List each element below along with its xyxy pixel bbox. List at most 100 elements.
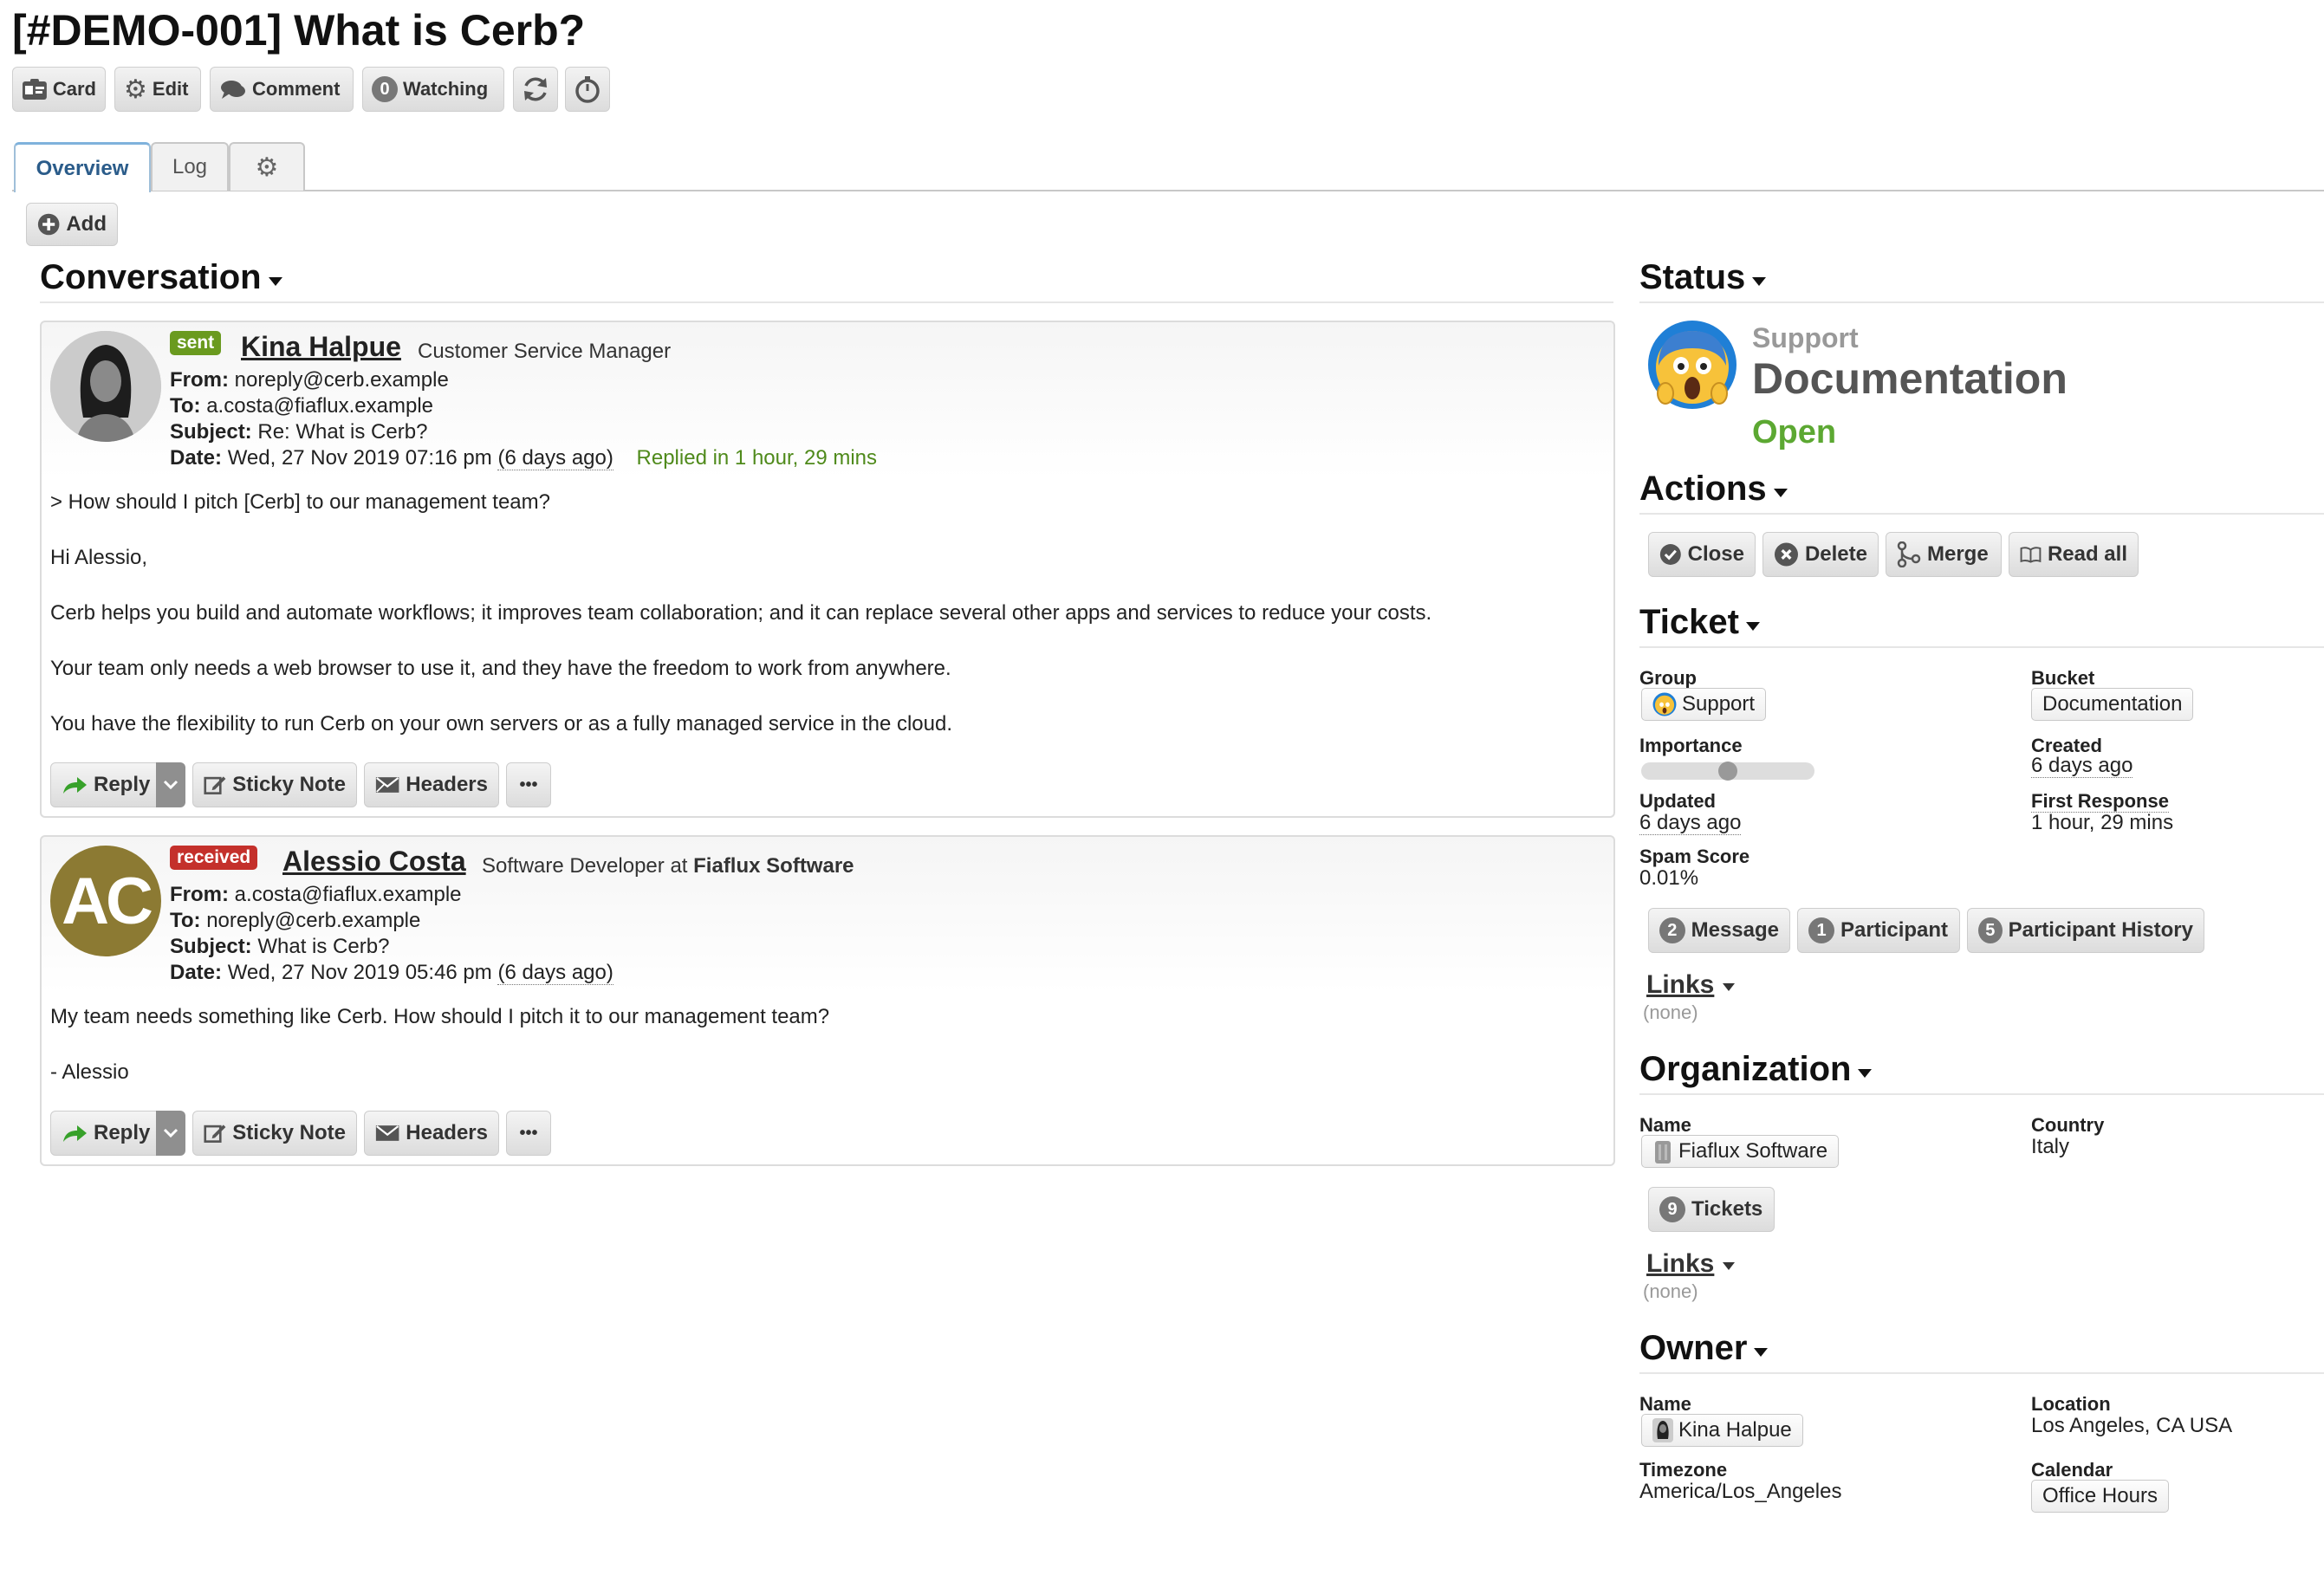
message-body-line: > How should I pitch [Cerb] to our manag… (50, 490, 550, 514)
subject-label: Subject: (170, 420, 252, 444)
country-value: Italy (2031, 1135, 2070, 1158)
more-button[interactable]: ••• (506, 1111, 551, 1156)
avatar[interactable]: AC (50, 846, 161, 956)
avatar[interactable] (50, 331, 161, 442)
tab-settings[interactable]: ⚙ (229, 142, 305, 191)
history-label: Participant History (2008, 918, 2193, 942)
tab-log[interactable]: Log (151, 142, 229, 191)
org-chip[interactable]: Fiaflux Software (1641, 1135, 1840, 1168)
add-label: Add (66, 212, 107, 236)
sender-role: Customer Service Manager (418, 340, 672, 363)
chevron-down-icon (1752, 276, 1767, 286)
comment-label: Comment (252, 78, 341, 100)
status-group[interactable]: Support (1752, 322, 1859, 354)
owner-name-value: Kina Halpue (1678, 1418, 1792, 1442)
merge-button[interactable]: Merge (1886, 532, 2002, 577)
add-button[interactable]: Add (26, 203, 118, 246)
messages-button[interactable]: 2 Message (1648, 908, 1790, 953)
timer-button[interactable] (565, 67, 610, 112)
message-subject: Subject: What is Cerb? (170, 934, 389, 960)
tab-overview[interactable]: Overview (14, 142, 151, 192)
chevron-down-icon (1773, 488, 1788, 497)
messages-label: Message (1691, 918, 1779, 942)
sender-role: Software Developer at Fiaflux Software (482, 854, 854, 878)
message-body-line: Cerb helps you build and automate workfl… (50, 601, 1432, 625)
links-none: (none) (1643, 1001, 1698, 1023)
comment-button[interactable]: Comment (210, 67, 354, 112)
organization-heading[interactable]: Organization (1639, 1050, 1873, 1089)
scream-emoji-icon (1648, 321, 1737, 409)
org-name-value: Fiaflux Software (1678, 1139, 1828, 1163)
status-bucket[interactable]: Documentation (1752, 353, 2068, 404)
headers-button[interactable]: Headers (364, 1111, 499, 1156)
page-title: [#DEMO-001] What is Cerb? (12, 6, 586, 55)
participants-button[interactable]: 1 Participant (1797, 908, 1960, 953)
sticky-note-label: Sticky Note (232, 1121, 346, 1144)
headers-button[interactable]: Headers (364, 762, 499, 807)
watching-count: 0 (372, 76, 398, 102)
to-label: To: (170, 909, 201, 932)
bucket-label: Bucket (2031, 667, 2095, 689)
status-heading-label: Status (1639, 258, 1746, 296)
reply-label: Reply (94, 1121, 151, 1144)
subject-value: What is Cerb? (257, 935, 390, 958)
owner-chip[interactable]: Kina Halpue (1641, 1414, 1803, 1447)
owner-heading[interactable]: Owner (1639, 1329, 1769, 1368)
close-button[interactable]: Close (1648, 532, 1756, 577)
reply-dropdown-button[interactable] (156, 762, 185, 807)
more-icon: ••• (519, 1123, 538, 1143)
refresh-button[interactable] (513, 67, 558, 112)
date-label: Date: (170, 961, 223, 984)
sender-name[interactable]: Kina Halpue (241, 331, 401, 363)
delete-button[interactable]: Delete (1762, 532, 1879, 577)
conversation-heading[interactable]: Conversation (40, 258, 282, 297)
ticket-heading[interactable]: Ticket (1639, 603, 1760, 642)
divider (1639, 301, 2324, 303)
first-response-label: First Response (2031, 790, 2169, 813)
tab-log-label: Log (172, 155, 208, 178)
avatar-silhouette-icon (50, 331, 161, 442)
watching-button[interactable]: 0 Watching (362, 67, 504, 112)
chevron-down-icon (268, 276, 282, 286)
edit-button[interactable]: ⚙ Edit (114, 67, 201, 112)
subject-value: Re: What is Cerb? (257, 420, 428, 444)
links-none: (none) (1643, 1280, 1698, 1302)
sticky-note-button[interactable]: Sticky Note (192, 1111, 357, 1156)
refresh-icon (524, 77, 547, 101)
sticky-note-button[interactable]: Sticky Note (192, 762, 357, 807)
sticky-note-label: Sticky Note (232, 773, 346, 796)
sender-name[interactable]: Alessio Costa (282, 846, 466, 878)
tabs-divider (12, 190, 2324, 191)
merge-label: Merge (1927, 542, 1989, 566)
actions-heading-label: Actions (1639, 470, 1767, 508)
actions-heading[interactable]: Actions (1639, 470, 1788, 509)
envelope-icon (375, 777, 399, 793)
stopwatch-icon (575, 76, 600, 103)
timezone-label: Timezone (1639, 1459, 1728, 1481)
message-body-line: Your team only needs a web browser to us… (50, 657, 951, 680)
bucket-chip[interactable]: Documentation (2031, 688, 2194, 721)
group-avatar[interactable] (1646, 319, 1738, 411)
status-state: Open (1752, 414, 1837, 450)
calendar-chip[interactable]: Office Hours (2031, 1480, 2169, 1513)
tab-overview-label: Overview (36, 156, 129, 180)
date-value: Wed, 27 Nov 2019 07:16 pm (227, 446, 492, 470)
reply-arrow-icon (63, 1125, 87, 1142)
importance-slider[interactable] (1641, 762, 1814, 781)
status-heading[interactable]: Status (1639, 258, 1767, 297)
read-all-button[interactable]: Read all (2009, 532, 2139, 577)
reply-dropdown-button[interactable] (156, 1111, 185, 1156)
participant-history-button[interactable]: 5 Participant History (1967, 908, 2204, 953)
group-chip[interactable]: Support (1641, 688, 1767, 721)
card-button[interactable]: Card (12, 67, 106, 112)
ticket-links-toggle[interactable]: Links (1646, 970, 1736, 1000)
from-label: From: (170, 883, 229, 906)
importance-slider-handle[interactable] (1718, 762, 1737, 781)
sender-org[interactable]: Fiaflux Software (693, 854, 854, 878)
org-tickets-button[interactable]: 9 Tickets (1648, 1187, 1775, 1232)
group-value: Support (1682, 692, 1756, 716)
message-to: To: noreply@cerb.example (170, 908, 420, 934)
more-button[interactable]: ••• (506, 762, 551, 807)
bucket-value: Documentation (2042, 692, 2183, 716)
org-links-toggle[interactable]: Links (1646, 1249, 1736, 1279)
